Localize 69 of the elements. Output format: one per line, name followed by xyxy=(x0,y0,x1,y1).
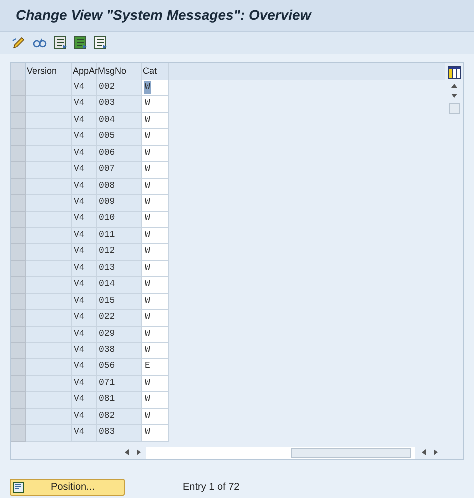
table-cell: V4 xyxy=(72,212,97,228)
table-cell[interactable]: W xyxy=(142,244,169,261)
table-cell: 006 xyxy=(97,146,142,162)
table-cell[interactable]: W xyxy=(142,195,169,212)
table-cell: 005 xyxy=(97,129,142,146)
table-cell[interactable]: W xyxy=(142,310,169,327)
table-cell: V4 xyxy=(72,228,97,244)
table-cell: 022 xyxy=(97,310,142,327)
table-cell: V4 xyxy=(72,310,97,327)
table-cell: 038 xyxy=(97,343,142,360)
table-cell: V4 xyxy=(72,260,97,278)
position-button[interactable]: Position... xyxy=(10,479,125,496)
table-cell[interactable]: W xyxy=(142,277,169,294)
table-cell[interactable]: W xyxy=(142,228,169,244)
table-cell[interactable]: E xyxy=(142,359,169,376)
table-cell: V4 xyxy=(72,178,97,196)
table-cell: V4 xyxy=(72,112,97,130)
table-cell: V4 xyxy=(72,343,97,360)
table-cell: 003 xyxy=(97,96,142,113)
table-cell: 002 xyxy=(97,80,142,96)
table-cell[interactable]: W xyxy=(142,162,169,179)
table-cell: 081 xyxy=(97,392,142,409)
table-cell[interactable]: W xyxy=(142,326,169,343)
table-cell: 013 xyxy=(97,260,142,278)
table-cell[interactable]: W xyxy=(142,212,169,228)
window-title: Change View "System Messages": Overview xyxy=(16,6,312,25)
table-cell: V4 xyxy=(72,80,97,96)
table-cell: V4 xyxy=(72,96,97,113)
table-cell: V4 xyxy=(72,146,97,162)
table-cell: V4 xyxy=(72,294,97,310)
table-cell[interactable]: W xyxy=(142,376,169,392)
table-cell: V4 xyxy=(72,376,97,392)
table-cell[interactable]: W xyxy=(142,80,169,96)
table-cell[interactable]: W xyxy=(142,96,169,113)
table-cell[interactable]: W xyxy=(142,260,169,278)
table-cell: V4 xyxy=(72,408,97,426)
table-cell: 014 xyxy=(97,277,142,294)
table-cell[interactable]: W xyxy=(142,425,169,442)
table-cell[interactable]: W xyxy=(142,146,169,162)
table-cell: V4 xyxy=(72,162,97,179)
table-cell: 009 xyxy=(97,195,142,212)
table-cell: 029 xyxy=(97,326,142,343)
table-cell[interactable]: W xyxy=(142,178,169,196)
table-cell: 004 xyxy=(97,112,142,130)
table-cell: 011 xyxy=(97,228,142,244)
table-cell[interactable]: W xyxy=(142,112,169,130)
table-cell: 010 xyxy=(97,212,142,228)
table-cell[interactable]: W xyxy=(142,343,169,360)
table-cell[interactable]: W xyxy=(142,129,169,146)
table-cell: V4 xyxy=(72,244,97,261)
table-cell: V4 xyxy=(72,425,97,442)
table-cell: V4 xyxy=(72,277,97,294)
table-cell[interactable]: W xyxy=(142,408,169,426)
table-cell: V4 xyxy=(72,129,97,146)
table-cell: 007 xyxy=(97,162,142,179)
entry-count: Entry 1 of 72 xyxy=(183,481,240,495)
table-cell: 008 xyxy=(97,178,142,196)
table-cell: V4 xyxy=(72,392,97,409)
table-cell: V4 xyxy=(72,359,97,376)
table-cell: 071 xyxy=(97,376,142,392)
table-cell[interactable]: W xyxy=(142,392,169,409)
table-cell: V4 xyxy=(72,326,97,343)
table-cell: 012 xyxy=(97,244,142,261)
table-cell: 082 xyxy=(97,408,142,426)
table-cell: V4 xyxy=(72,195,97,212)
table-cell: 056 xyxy=(97,359,142,376)
table-cell: 083 xyxy=(97,425,142,442)
table-cell[interactable]: W xyxy=(142,294,169,310)
table-cell: 015 xyxy=(97,294,142,310)
